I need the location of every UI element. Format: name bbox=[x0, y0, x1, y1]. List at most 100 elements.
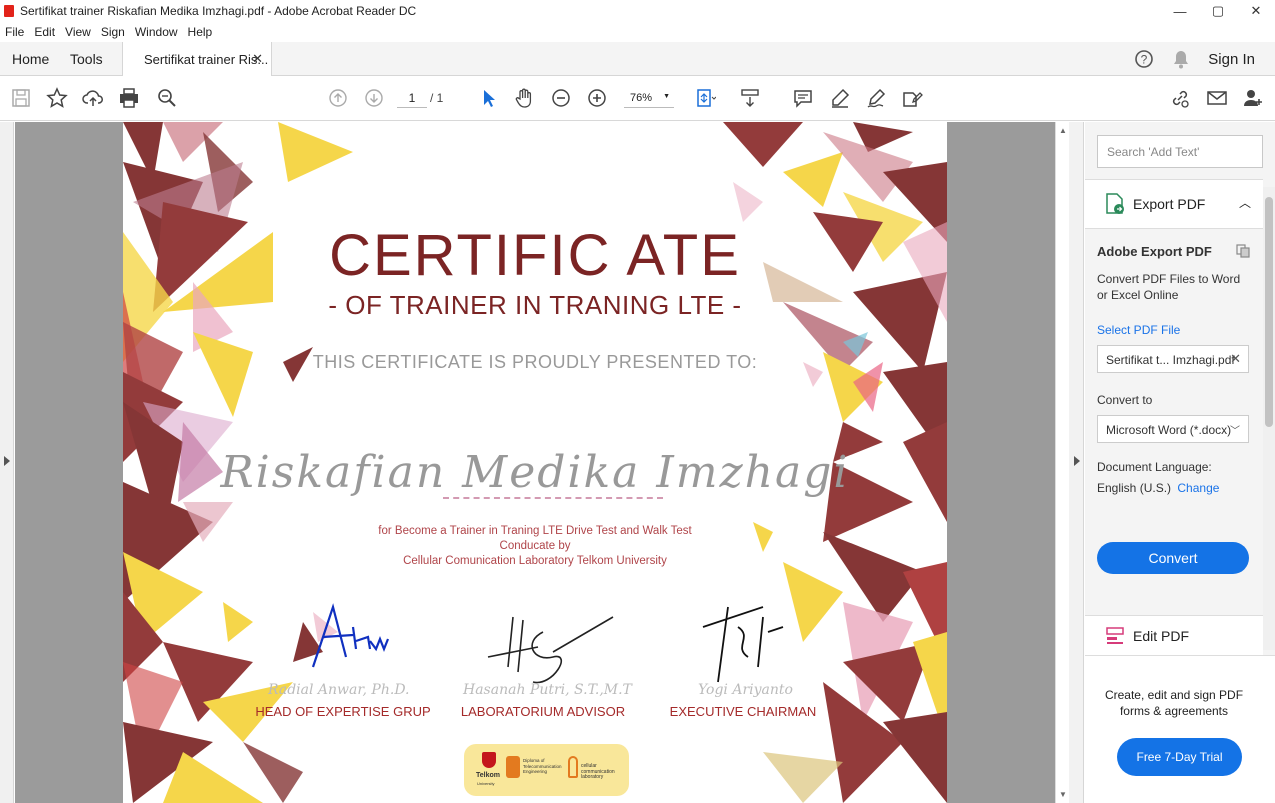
document-language-label: Document Language: bbox=[1097, 460, 1212, 474]
d3-logo-line-3: Engineering bbox=[523, 769, 548, 774]
email-icon[interactable] bbox=[1205, 86, 1229, 110]
menu-view[interactable]: View bbox=[60, 25, 96, 39]
menu-edit[interactable]: Edit bbox=[29, 25, 60, 39]
zoom-out-icon[interactable] bbox=[549, 86, 573, 110]
tab-tools[interactable]: Tools bbox=[70, 42, 103, 76]
certificate-description-2: Conducate by bbox=[499, 540, 571, 552]
cellular-lab-logo-text: cellular communication laboratory bbox=[581, 763, 615, 781]
presented-to-text: THIS CERTIFICATE IS PROUDLY PRESENTED TO… bbox=[312, 352, 758, 372]
export-pdf-header[interactable]: Export PDF ︿ bbox=[1085, 179, 1263, 229]
select-pdf-file-link[interactable]: Select PDF File bbox=[1097, 322, 1180, 338]
edit-pdf-header[interactable]: Edit PDF bbox=[1085, 615, 1263, 655]
signature-2-drawing bbox=[487, 616, 614, 684]
export-description-2: or Excel Online bbox=[1097, 288, 1179, 302]
promo-text-2: forms & agreements bbox=[1119, 704, 1229, 718]
scroll-mode-icon[interactable] bbox=[738, 86, 762, 110]
close-tab-icon[interactable]: ✕ bbox=[252, 51, 263, 67]
close-icon[interactable]: ✕ bbox=[1237, 0, 1275, 22]
chevron-down-icon: ▼ bbox=[663, 93, 670, 100]
comment-icon[interactable] bbox=[791, 86, 815, 110]
page-number-input[interactable]: 1 bbox=[397, 88, 427, 108]
tab-document-label: Sertifikat trainer Ris... bbox=[144, 52, 269, 67]
convert-button[interactable]: Convert bbox=[1097, 542, 1249, 574]
print-icon[interactable] bbox=[117, 86, 141, 110]
previous-page-icon[interactable] bbox=[326, 86, 350, 110]
hand-tool-icon[interactable] bbox=[512, 86, 536, 110]
sign-in-button[interactable]: Sign In bbox=[1208, 51, 1255, 68]
signatory-3-name: Yogi Ariyanto bbox=[698, 682, 793, 698]
document-scrollbar[interactable]: ▲ ▼ bbox=[1055, 122, 1069, 803]
convert-format-value: Microsoft Word (*.docx) bbox=[1106, 423, 1232, 437]
edit-pdf-label: Edit PDF bbox=[1133, 627, 1190, 644]
right-panel-scrollbar[interactable] bbox=[1263, 187, 1275, 650]
signatory-2-role: LABORATORIUM ADVISOR bbox=[460, 704, 626, 719]
zoom-level-select[interactable]: 76% ▼ bbox=[624, 88, 674, 108]
bookmark-star-icon[interactable] bbox=[45, 86, 69, 110]
convert-format-select[interactable]: Microsoft Word (*.docx) ﹀ bbox=[1097, 415, 1249, 443]
chevron-up-icon[interactable]: ︿ bbox=[1239, 194, 1251, 211]
select-cursor-icon[interactable] bbox=[476, 86, 500, 110]
draw-sign-icon[interactable] bbox=[864, 86, 888, 110]
change-language-link[interactable]: Change bbox=[1177, 481, 1219, 495]
export-pdf-icon bbox=[1106, 193, 1124, 214]
collapse-right-pane-icon[interactable] bbox=[1074, 456, 1080, 466]
clear-file-icon[interactable]: ✕ bbox=[1230, 351, 1241, 367]
next-page-icon[interactable] bbox=[362, 86, 386, 110]
expand-left-pane-icon[interactable] bbox=[4, 456, 10, 466]
adobe-export-title: Adobe Export PDF bbox=[1097, 244, 1212, 259]
scroll-down-icon[interactable]: ▼ bbox=[1059, 790, 1067, 799]
cellular-lab-logo-icon bbox=[568, 756, 578, 778]
signatory-1-role: HEAD OF EXPERTISE GRUP bbox=[255, 704, 431, 719]
tab-bar: Home Tools Sertifikat trainer Ris... ✕ ?… bbox=[0, 42, 1275, 77]
window-title: Sertifikat trainer Riskafian Medika Imzh… bbox=[20, 4, 417, 18]
page-fit-icon[interactable] bbox=[693, 86, 717, 110]
selected-file-field[interactable]: Sertifikat t... Imzhagi.pdf ✕ bbox=[1097, 345, 1249, 373]
svg-text:?: ? bbox=[1141, 53, 1148, 67]
trial-promo: Create, edit and sign PDF forms & agreem… bbox=[1085, 655, 1275, 803]
document-copy-icon[interactable] bbox=[1236, 244, 1250, 258]
right-tools-panel: Search 'Add Text' Export PDF ︿ Adobe Exp… bbox=[1085, 122, 1275, 803]
pdf-app-icon bbox=[4, 5, 14, 17]
maximize-icon[interactable]: ▢ bbox=[1199, 0, 1237, 22]
title-bar: Sertifikat trainer Riskafian Medika Imzh… bbox=[0, 0, 1275, 22]
tab-bar-right: ? Sign In bbox=[1134, 42, 1255, 76]
free-trial-button[interactable]: Free 7-Day Trial bbox=[1117, 738, 1242, 776]
add-user-icon[interactable] bbox=[1241, 86, 1265, 110]
save-icon[interactable] bbox=[9, 86, 33, 110]
left-navigation-pane[interactable] bbox=[0, 122, 14, 803]
certificate-description-3: Cellular Comunication Laboratory Telkom … bbox=[403, 555, 667, 567]
convert-to-label: Convert to bbox=[1097, 393, 1153, 407]
edit-pdf-icon bbox=[1106, 626, 1124, 644]
share-link-icon[interactable] bbox=[1168, 86, 1192, 110]
right-panel-scroll-thumb[interactable] bbox=[1265, 197, 1273, 427]
menu-window[interactable]: Window bbox=[130, 25, 183, 39]
minimize-icon[interactable]: — bbox=[1161, 0, 1199, 22]
toolbar: 1 / 1 76% ▼ bbox=[0, 76, 1275, 121]
export-pdf-body: Adobe Export PDF Convert PDF Files to Wo… bbox=[1085, 230, 1263, 615]
tab-document[interactable]: Sertifikat trainer Ris... ✕ bbox=[122, 42, 272, 77]
upload-cloud-icon[interactable] bbox=[81, 86, 105, 110]
signatory-1-name: Radial Anwar, Ph.D. bbox=[268, 682, 410, 698]
zoom-search-icon[interactable] bbox=[155, 86, 179, 110]
menu-bar: File Edit View Sign Window Help bbox=[0, 22, 1275, 42]
help-icon[interactable]: ? bbox=[1134, 49, 1154, 69]
fill-sign-icon[interactable] bbox=[900, 86, 924, 110]
scroll-up-icon[interactable]: ▲ bbox=[1059, 126, 1067, 135]
document-canvas[interactable]: CERTIFIC ATE - OF TRAINER IN TRANING LTE… bbox=[15, 122, 1055, 803]
highlight-pen-icon[interactable] bbox=[828, 86, 852, 110]
telkom-logo-text: Telkom bbox=[476, 772, 500, 779]
menu-sign[interactable]: Sign bbox=[96, 25, 130, 39]
institution-logos: Telkom University Diploma of Telecommunic… bbox=[464, 744, 629, 796]
zoom-in-icon[interactable] bbox=[585, 86, 609, 110]
right-pane-toggle[interactable] bbox=[1069, 122, 1084, 803]
bell-icon[interactable] bbox=[1172, 49, 1190, 69]
tab-home[interactable]: Home bbox=[12, 42, 49, 76]
selected-file-name: Sertifikat t... Imzhagi.pdf bbox=[1106, 353, 1235, 367]
tools-search-input[interactable]: Search 'Add Text' bbox=[1097, 135, 1263, 168]
d3-logo-icon bbox=[506, 756, 520, 778]
menu-file[interactable]: File bbox=[0, 25, 29, 39]
certificate-title: CERTIFIC ATE bbox=[329, 223, 741, 288]
chevron-down-icon: ﹀ bbox=[1230, 426, 1240, 437]
zoom-level-value: 76% bbox=[630, 92, 653, 104]
menu-help[interactable]: Help bbox=[183, 25, 218, 39]
